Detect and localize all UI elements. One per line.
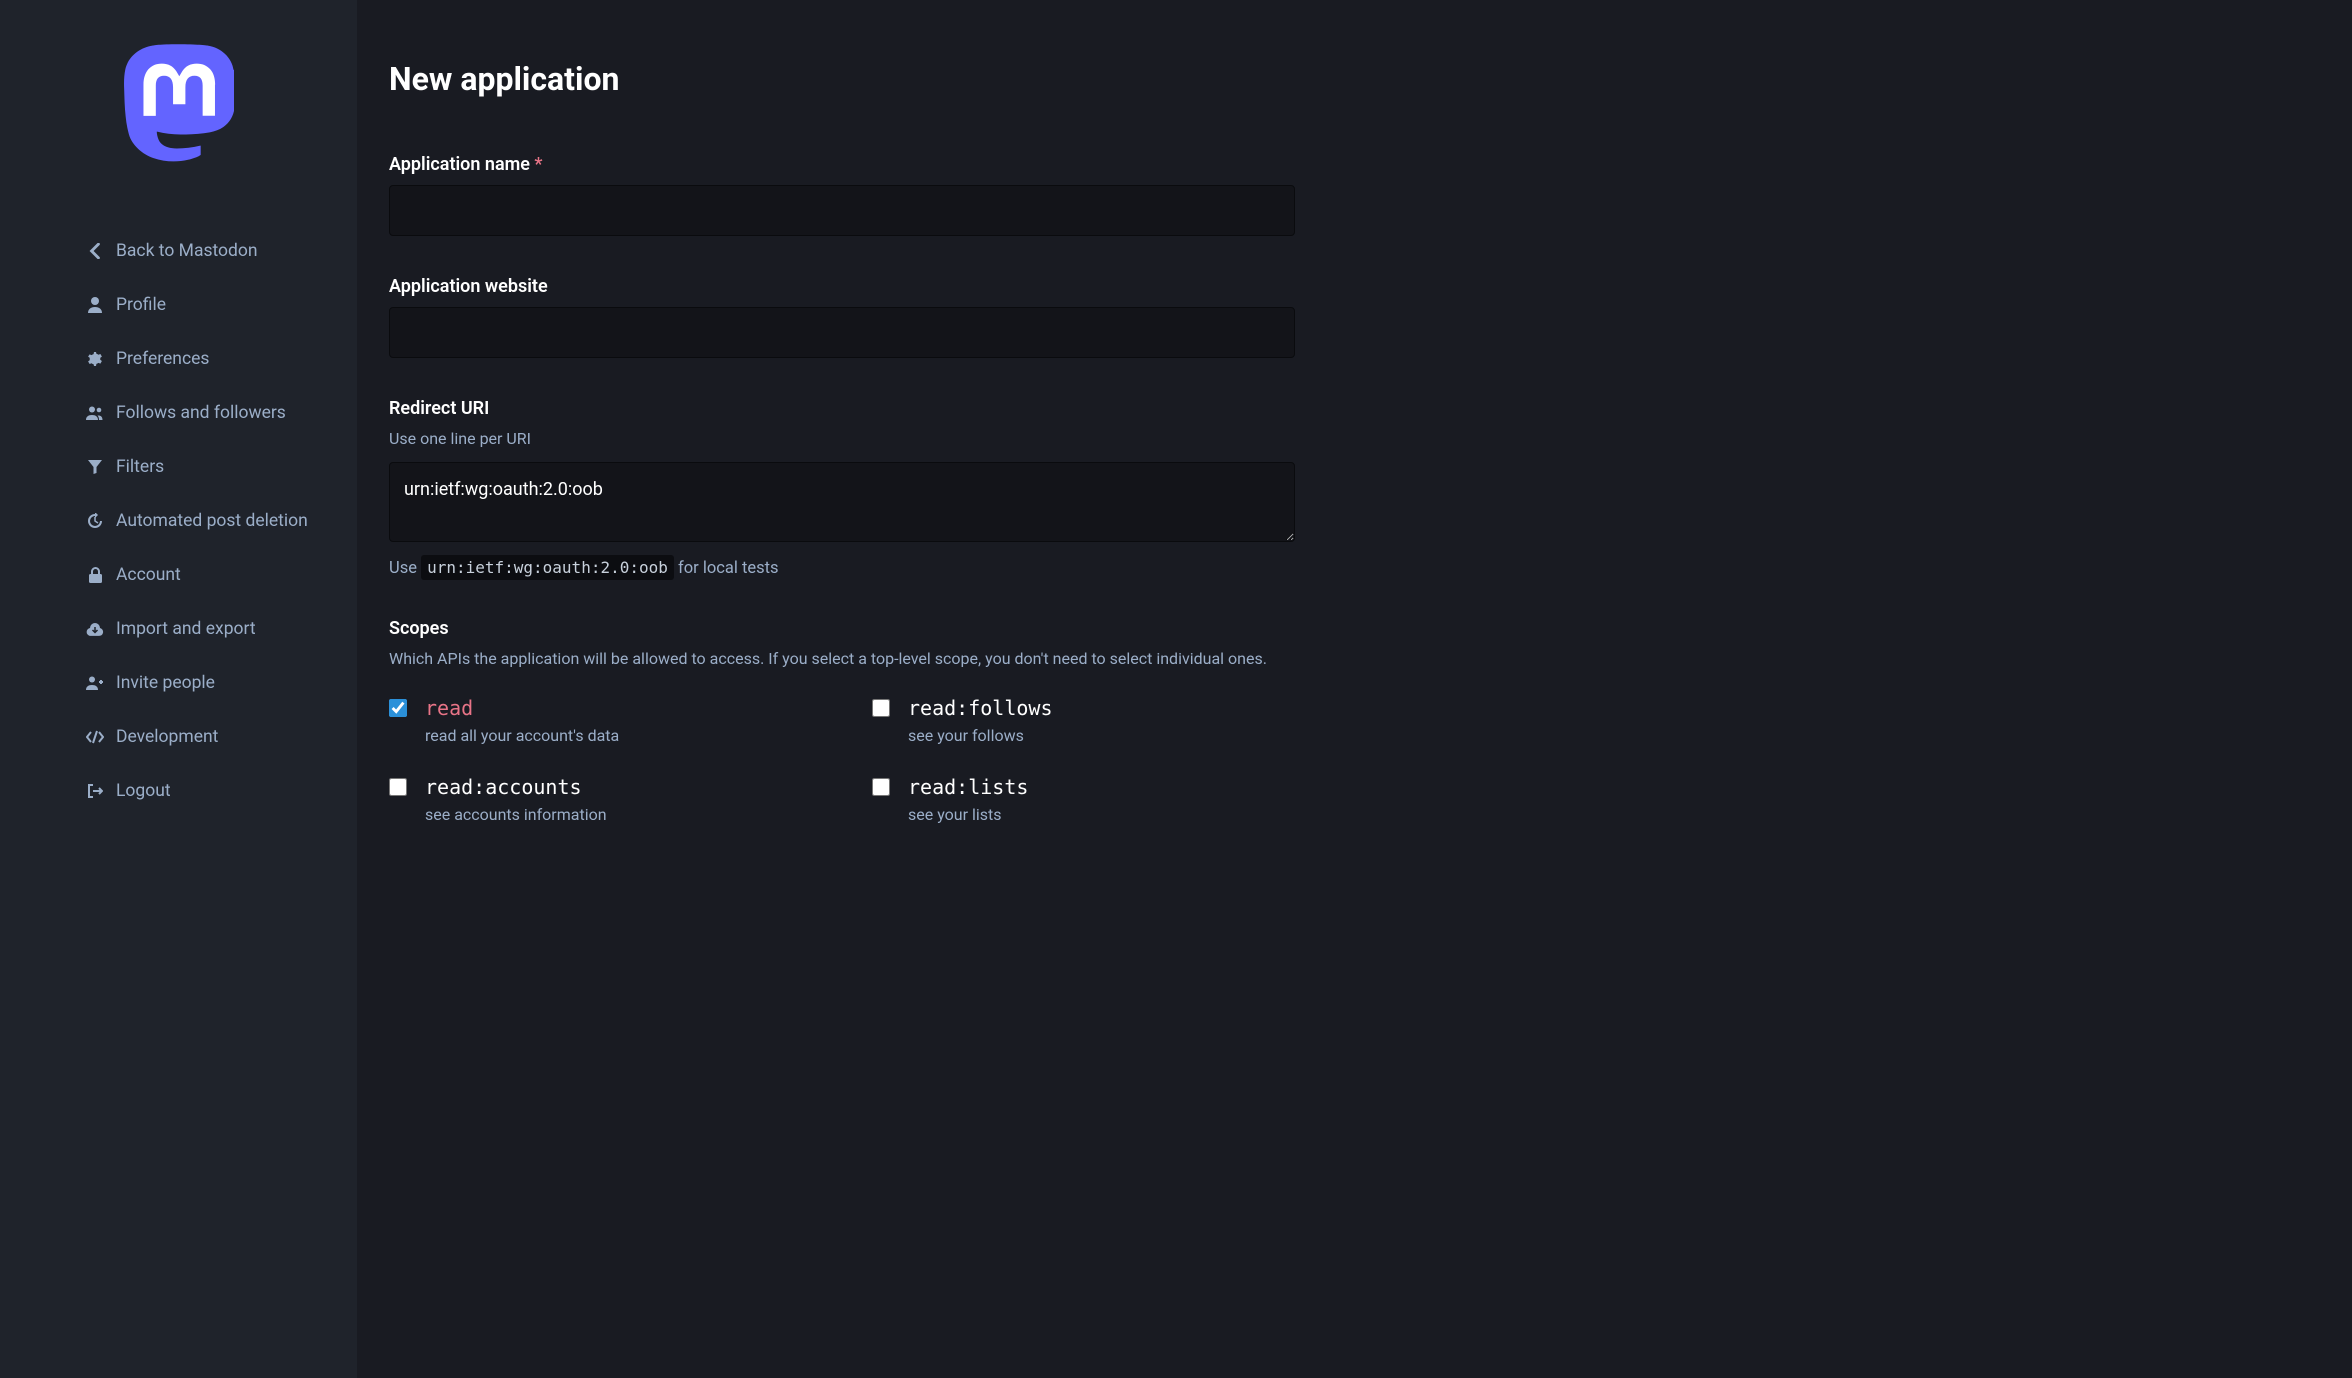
hint-redirect-uri: Use one line per URI bbox=[389, 429, 1295, 448]
nav-filters[interactable]: Filters bbox=[0, 440, 357, 494]
label-redirect-uri: Redirect URI bbox=[389, 398, 1295, 419]
nav-label: Account bbox=[116, 565, 181, 585]
scope-desc: see accounts information bbox=[425, 805, 607, 824]
nav-label: Logout bbox=[116, 781, 171, 801]
label-application-name: Application name * bbox=[389, 154, 1295, 175]
nav-label: Import and export bbox=[116, 619, 256, 639]
logo[interactable] bbox=[0, 42, 357, 164]
hint-redirect-below: Use urn:ietf:wg:oauth:2.0:oob for local … bbox=[389, 558, 1295, 578]
input-application-name[interactable] bbox=[389, 185, 1295, 236]
nav-account[interactable]: Account bbox=[0, 548, 357, 602]
nav-profile[interactable]: Profile bbox=[0, 278, 357, 332]
user-plus-icon bbox=[86, 674, 104, 692]
nav-logout[interactable]: Logout bbox=[0, 764, 357, 818]
cloud-download-icon bbox=[86, 620, 104, 638]
field-application-name: Application name * bbox=[389, 154, 1295, 236]
scope-read: read read all your account's data bbox=[389, 696, 812, 745]
field-application-website: Application website bbox=[389, 276, 1295, 358]
sidebar-nav: Back to Mastodon Profile Preferences Fol… bbox=[0, 224, 357, 818]
scopes-grid: read read all your account's data read:f… bbox=[389, 696, 1295, 824]
main-content: New application Application name * Appli… bbox=[357, 0, 1367, 1378]
sidebar: Back to Mastodon Profile Preferences Fol… bbox=[0, 0, 357, 1378]
users-icon bbox=[86, 404, 104, 422]
history-icon bbox=[86, 512, 104, 530]
checkbox-scope-read-accounts[interactable] bbox=[389, 778, 407, 796]
nav-label: Back to Mastodon bbox=[116, 241, 258, 261]
scope-name: read:follows bbox=[908, 696, 1295, 720]
scope-read-follows: read:follows see your follows bbox=[872, 696, 1295, 745]
field-redirect-uri: Redirect URI Use one line per URI Use ur… bbox=[389, 398, 1295, 578]
scope-desc: see your lists bbox=[908, 805, 1002, 824]
nav-label: Automated post deletion bbox=[116, 511, 308, 531]
page-title: New application bbox=[389, 60, 1295, 98]
input-application-website[interactable] bbox=[389, 307, 1295, 358]
nav-label: Preferences bbox=[116, 349, 209, 369]
checkbox-scope-read[interactable] bbox=[389, 699, 407, 717]
nav-back[interactable]: Back to Mastodon bbox=[0, 224, 357, 278]
checkbox-scope-read-follows[interactable] bbox=[872, 699, 890, 717]
nav-automated-deletion[interactable]: Automated post deletion bbox=[0, 494, 357, 548]
scope-name: read:lists bbox=[908, 775, 1295, 799]
field-scopes: Scopes Which APIs the application will b… bbox=[389, 618, 1295, 824]
nav-invite[interactable]: Invite people bbox=[0, 656, 357, 710]
scope-read-lists: read:lists see your lists bbox=[872, 775, 1295, 824]
scope-desc: see your follows bbox=[908, 726, 1024, 745]
nav-import-export[interactable]: Import and export bbox=[0, 602, 357, 656]
textarea-redirect-uri[interactable] bbox=[389, 462, 1295, 542]
nav-label: Filters bbox=[116, 457, 164, 477]
nav-label: Invite people bbox=[116, 673, 215, 693]
nav-preferences[interactable]: Preferences bbox=[0, 332, 357, 386]
hint-scopes: Which APIs the application will be allow… bbox=[389, 649, 1295, 668]
checkbox-scope-read-lists[interactable] bbox=[872, 778, 890, 796]
code-icon bbox=[86, 728, 104, 746]
nav-label: Development bbox=[116, 727, 218, 747]
user-icon bbox=[86, 296, 104, 314]
filter-icon bbox=[86, 458, 104, 476]
scope-desc: read all your account's data bbox=[425, 726, 619, 745]
gear-icon bbox=[86, 350, 104, 368]
scope-name: read bbox=[425, 696, 812, 720]
nav-label: Follows and followers bbox=[116, 403, 286, 423]
redirect-code-sample: urn:ietf:wg:oauth:2.0:oob bbox=[421, 555, 674, 580]
sign-out-icon bbox=[86, 782, 104, 800]
nav-label: Profile bbox=[116, 295, 166, 315]
label-application-website: Application website bbox=[389, 276, 1295, 297]
lock-icon bbox=[86, 566, 104, 584]
mastodon-logo-icon bbox=[124, 42, 234, 164]
scope-read-accounts: read:accounts see accounts information bbox=[389, 775, 812, 824]
chevron-left-icon bbox=[86, 242, 104, 260]
nav-follows[interactable]: Follows and followers bbox=[0, 386, 357, 440]
scope-name: read:accounts bbox=[425, 775, 812, 799]
nav-development[interactable]: Development bbox=[0, 710, 357, 764]
label-scopes: Scopes bbox=[389, 618, 1295, 639]
